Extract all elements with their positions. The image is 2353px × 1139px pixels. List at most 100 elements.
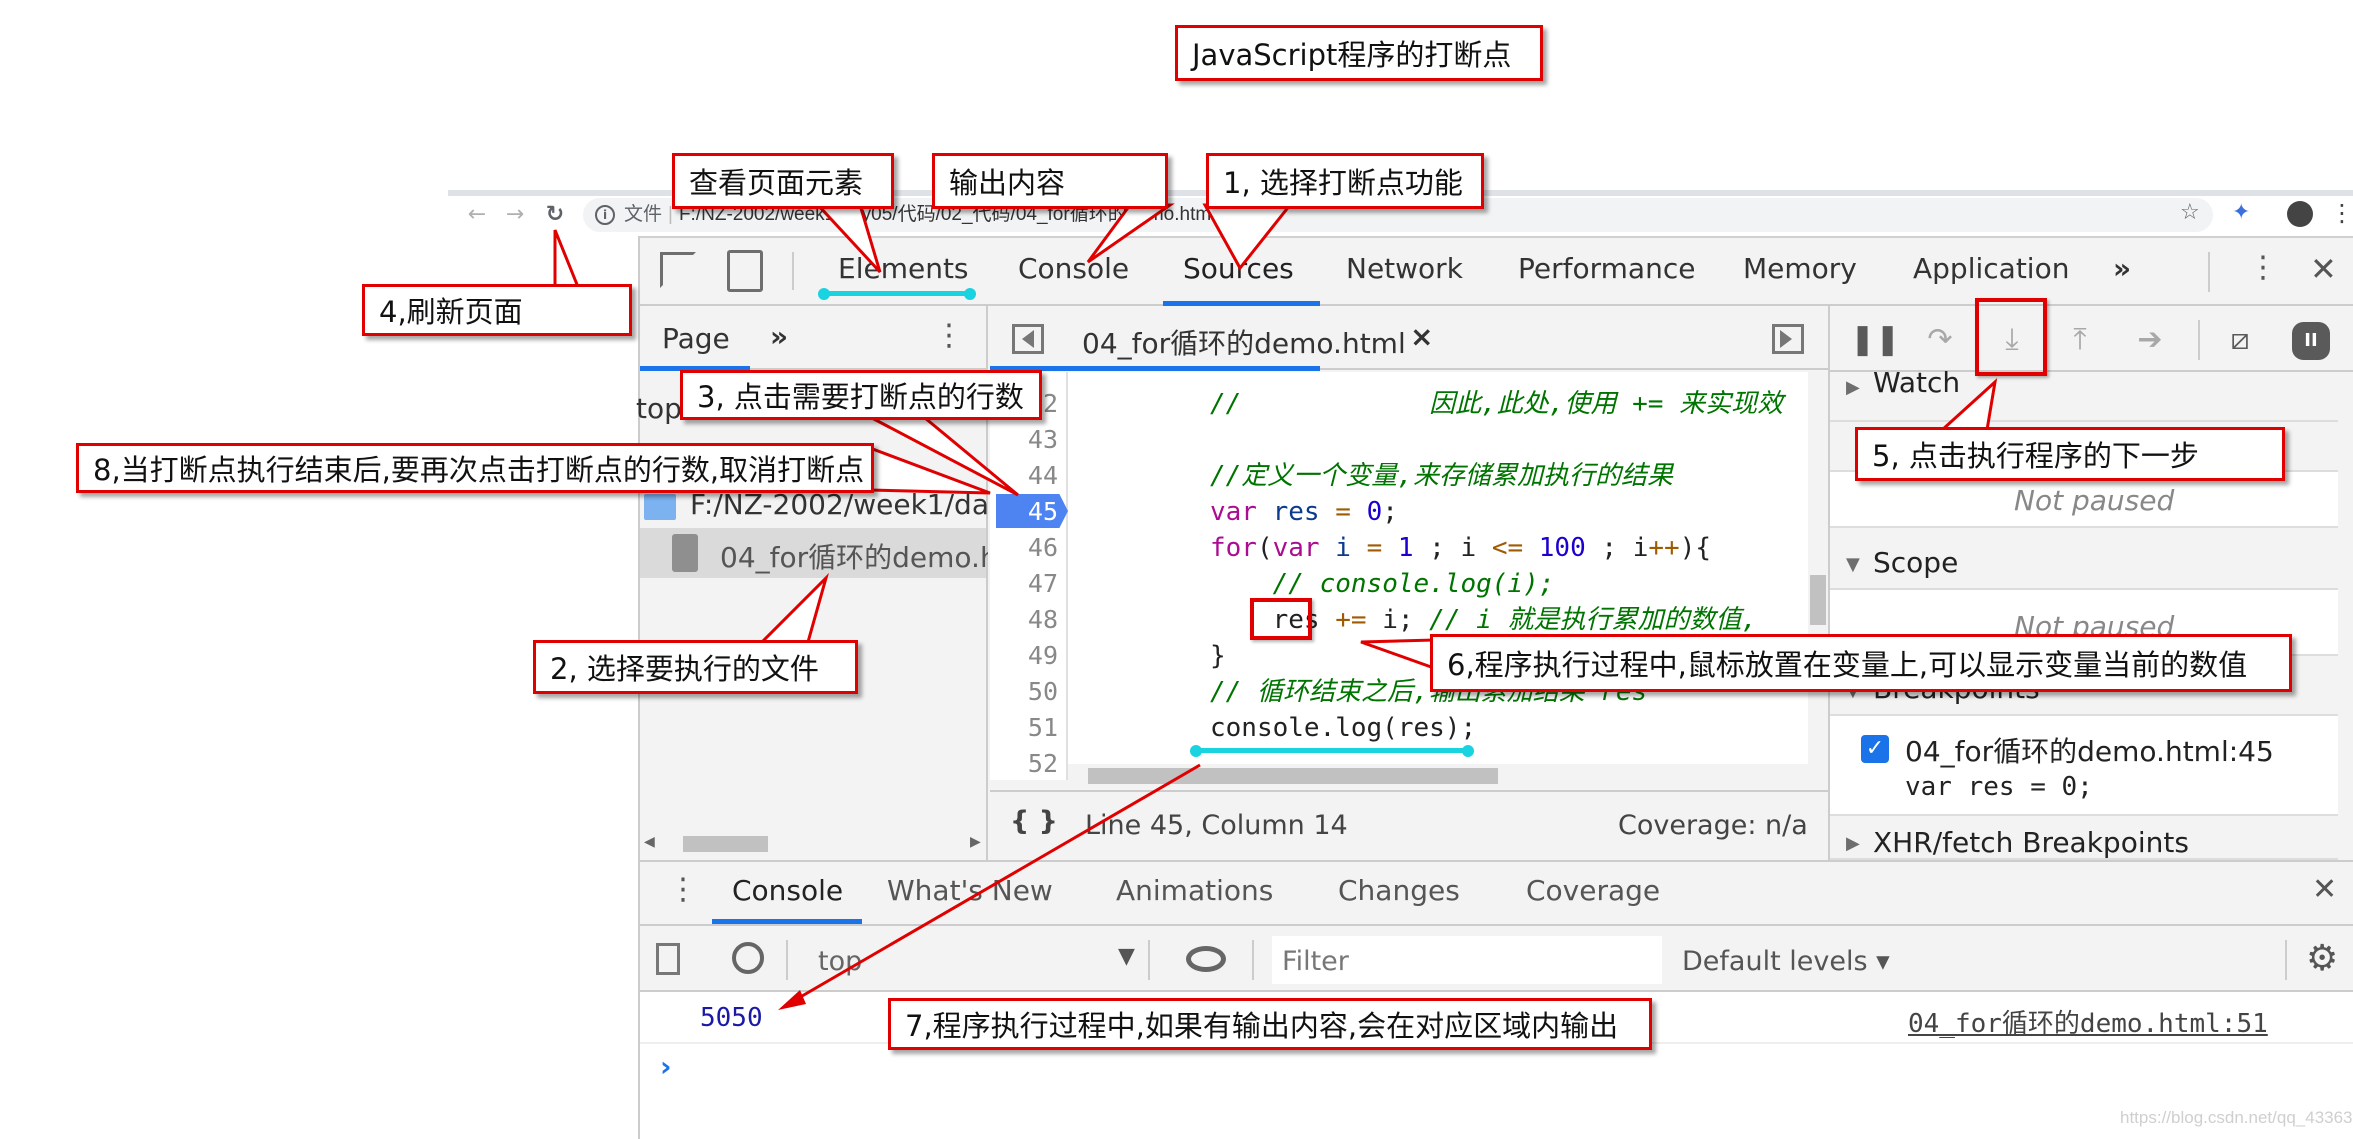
device-toolbar-icon[interactable] [727,250,763,292]
annotation-step1: 1, 选择打断点功能 [1206,153,1484,209]
tab-memory[interactable]: Memory [1743,252,1857,285]
line-number[interactable]: 49 [990,638,1058,674]
divider [1252,940,1254,980]
annotation-title: JavaScript程序的打断点 [1175,25,1543,81]
divider [2285,940,2287,980]
line-number[interactable]: 50 [990,674,1058,710]
step-icon[interactable]: ➔ [2128,318,2172,362]
pause-on-exceptions-icon[interactable]: II [2292,322,2330,360]
line-number[interactable]: 48 [990,602,1058,638]
divider [2208,252,2210,292]
line-number[interactable]: 46 [990,530,1058,566]
xhr-title[interactable]: XHR/fetch Breakpoints [1873,826,2189,859]
line-number[interactable]: 44 [990,458,1058,494]
line-number[interactable]: 43 [990,422,1058,458]
tree-item-file[interactable]: 04_for循环的demo.h [720,536,988,576]
line-number[interactable]: 51 [990,710,1058,746]
editor-hscroll-thumb[interactable] [1088,768,1498,784]
show-sidebar-icon[interactable] [656,943,680,975]
code-line: //定义一个变量,来存储累加执行的结果 [1210,461,1673,491]
folder-icon [644,494,676,520]
annotation-step6: 6,程序执行过程中,鼠标放置在变量上,可以显示变量当前的数值 [1430,634,2292,692]
annotation-step4: 4,刷新页面 [362,284,632,336]
underline-dot [964,288,976,300]
inspect-element-icon[interactable] [660,252,696,288]
close-drawer-icon[interactable]: ✕ [2312,872,2337,907]
annotation-elements: 查看页面元素 [672,153,894,209]
chevron-down-icon[interactable]: ▼ [1118,944,1135,969]
line-number[interactable]: 47 [990,566,1058,602]
console-source-link[interactable]: 04_for循环的demo.html:51 [1908,1003,2268,1040]
line-number[interactable]: 52 [990,746,1058,782]
cursor-position: Line 45, Column 14 [1085,810,1348,841]
tab-application[interactable]: Application [1913,252,2069,285]
highlight-res-variable [1250,598,1312,640]
code-line: console.log(res); [1210,713,1477,743]
navigator-more-button[interactable]: » [770,320,788,353]
log-levels-dropdown[interactable]: Default levels ▾ [1682,946,1890,977]
gear-icon[interactable]: ⚙ [2306,938,2338,979]
deactivate-breakpoints-icon[interactable]: ⧄ [2218,318,2262,362]
editor-tab-filename[interactable]: 04_for循环的demo.html [1082,322,1406,362]
drawer-tab-whats-new[interactable]: What's New [887,874,1053,907]
scope-title[interactable]: Scope [1873,546,1958,579]
tab-sources[interactable]: Sources [1183,252,1294,285]
line-number-breakpoint[interactable]: 45 [990,494,1058,530]
url-scheme: 文件 [624,204,663,225]
navigator-hscroll-thumb[interactable] [683,836,768,852]
clear-console-icon[interactable] [732,942,764,974]
info-icon[interactable]: i [595,205,615,225]
scroll-right-icon[interactable]: ▶ [970,834,981,850]
callstack-not-paused: Not paused [2014,484,2175,517]
code-line: var res = 0; [1210,497,1398,527]
drawer-tab-console[interactable]: Console [732,874,843,907]
close-tab-icon[interactable]: × [1410,320,1433,353]
pretty-print-icon[interactable]: { } [1010,806,1058,837]
live-expression-eye-icon[interactable] [1186,946,1226,972]
star-icon[interactable]: ☆ [2180,200,2200,225]
navigator-menu-icon[interactable]: ⋮ [934,318,964,353]
drawer-tab-changes[interactable]: Changes [1338,874,1460,907]
annotation-step2: 2, 选择要执行的文件 [533,640,858,694]
close-devtools-icon[interactable]: ✕ [2310,250,2337,288]
code-line: } [1210,641,1226,671]
annotation-step7: 7,程序执行过程中,如果有输出内容,会在对应区域内输出 [888,998,1652,1050]
debugger-vscrollbar[interactable] [2338,372,2353,860]
annotation-step8: 8,当打断点执行结束后,要再次点击打断点的行数,取消打断点 [76,443,874,493]
drawer-menu-icon[interactable]: ⋮ [668,872,698,907]
console-value: 5050 [700,1003,763,1033]
step-over-icon[interactable]: ↷ [1918,318,1962,362]
breakpoint-checkbox[interactable]: ✓ [1861,735,1889,763]
scroll-left-icon[interactable]: ◀ [644,834,655,850]
editor-vscroll-thumb[interactable] [1810,575,1826,625]
context-selector[interactable]: top [818,946,862,977]
breakpoint-code: var res = 0; [1905,772,2093,802]
navigator-tab-page[interactable]: Page [662,322,730,355]
underline-dot [1462,745,1474,757]
extension-icon[interactable]: ✦ [2232,200,2258,228]
console-prompt[interactable]: › [660,1050,672,1083]
annotation-console: 输出内容 [932,153,1168,209]
underline-console-log [1196,748,1468,753]
tab-network[interactable]: Network [1346,252,1463,285]
tab-performance[interactable]: Performance [1518,252,1695,285]
account-icon[interactable] [2287,201,2313,227]
pause-icon[interactable]: ❚❚ [1850,318,1900,362]
menu-icon[interactable]: ⋮ [2330,198,2353,228]
forward-arrow-icon[interactable]: → [500,200,530,230]
tree-item-top[interactable]: top [636,392,682,425]
drawer-tab-indicator [712,919,862,924]
toggle-navigator-arrow [1022,330,1034,348]
tab-console[interactable]: Console [1018,252,1129,285]
drawer-tab-coverage[interactable]: Coverage [1526,874,1660,907]
back-arrow-icon[interactable]: ← [462,200,492,230]
watch-title[interactable]: Watch [1873,366,1960,399]
more-tabs-button[interactable]: » [2113,252,2131,285]
drawer-tab-animations[interactable]: Animations [1116,874,1273,907]
breakpoint-location[interactable]: 04_for循环的demo.html:45 [1905,730,2274,770]
collapse-arrow-icon: ▼ [1846,554,1860,575]
tab-elements[interactable]: Elements [838,252,969,285]
reload-icon[interactable]: ↻ [540,200,570,230]
step-out-icon[interactable]: ⤒ [2058,318,2102,362]
devtools-menu-icon[interactable]: ⋮ [2248,250,2278,285]
